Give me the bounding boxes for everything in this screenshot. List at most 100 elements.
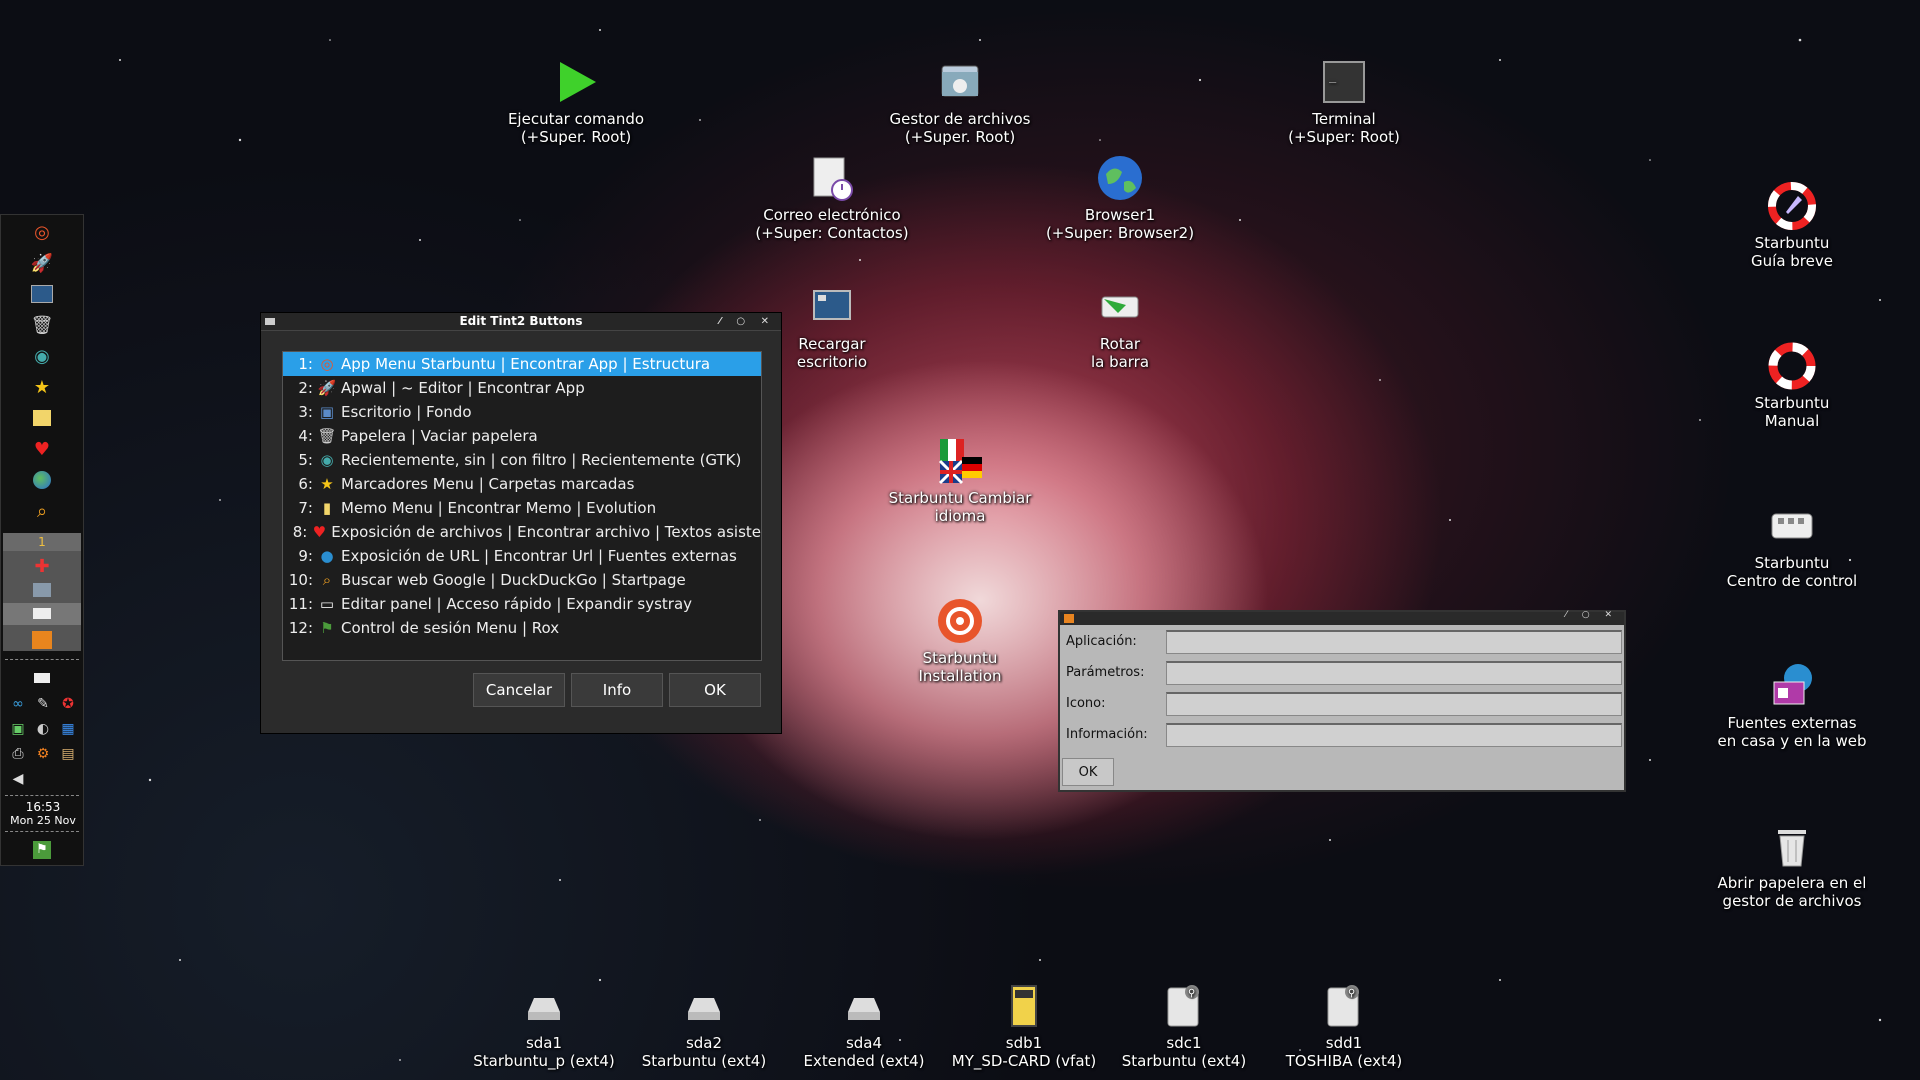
desktop-icon-rotate-panel[interactable]: Rotar la barra (1020, 283, 1220, 371)
list-item-number: 2: (298, 379, 313, 397)
dialog-titlebar[interactable]: Edit Tint2 Buttons ⁄ ○ ✕ (261, 313, 781, 331)
panel-separator (5, 659, 79, 662)
list-item[interactable]: 6: ★ Marcadores Menu | Carpetas marcadas (283, 472, 761, 496)
monitor-icon[interactable]: ▣ (7, 718, 29, 740)
play-icon (560, 62, 596, 102)
star-icon: ★ (320, 475, 334, 493)
active-task[interactable] (3, 603, 81, 625)
usb-drive-icon: ⚲ (1167, 985, 1199, 1027)
desktop-icon[interactable] (29, 281, 55, 307)
image-icon[interactable] (29, 577, 55, 603)
hard-drive-icon (848, 998, 880, 1020)
parametros-input[interactable] (1166, 661, 1622, 685)
desktop-icon-open-trash[interactable]: Abrir papelera en el gestor de archivos (1692, 822, 1892, 910)
aplicacion-input[interactable] (1166, 630, 1622, 654)
trash-icon[interactable]: 🗑 (29, 312, 55, 338)
icon-sublabel: Manual (1764, 412, 1820, 430)
info-button[interactable]: Info (571, 673, 663, 707)
clock-date[interactable]: Mon 25 Nov (1, 814, 85, 827)
drive-sdd1[interactable]: ⚲ sdd1 TOSHIBA (ext4) (1244, 982, 1444, 1070)
desktop-icon-manual[interactable]: Starbuntu Manual (1692, 342, 1892, 430)
clock-time[interactable]: 16:53 (1, 801, 85, 814)
desktop-icon-browser[interactable]: Browser1 (+Super: Browser2) (1020, 154, 1220, 242)
list-item[interactable]: 1: ◎ App Menu Starbuntu | Encontrar App | … (283, 352, 761, 376)
window-controls[interactable]: ⁄ ○ ✕ (1565, 610, 1618, 620)
external-sources-icon (1773, 664, 1812, 705)
list-item-label: Control de sesión Menu | Rox (341, 619, 560, 637)
icon-sublabel: (+Super: Root) (1288, 128, 1400, 146)
list-item-number: 3: (298, 403, 313, 421)
drive-label: sda1 (525, 1034, 563, 1052)
drive-label: sdc1 (1166, 1034, 1202, 1052)
desktop-icon-run-command[interactable]: Ejecutar comando (+Super. Root) (476, 58, 676, 146)
clipboard-icon[interactable]: ▤ (57, 743, 79, 765)
list-item[interactable]: 11: ▭ Editar panel | Acceso rápido | Expan… (283, 592, 761, 616)
desktop-icon-quick-guide[interactable]: Starbuntu Guía breve (1692, 182, 1892, 270)
list-item-number: 10: (288, 571, 313, 589)
list-item[interactable]: 5: ◉ Recientemente, sin | con filtro | Rec… (283, 448, 761, 472)
icon-sublabel: Centro de control (1726, 572, 1858, 590)
icon-sublabel: en casa y en la web (1717, 732, 1867, 750)
desktop-icon-file-manager[interactable]: Gestor de archivos (+Super. Root) (860, 58, 1060, 146)
network-icon[interactable]: ∞ (7, 693, 29, 715)
list-item-label: Escritorio | Fondo (341, 403, 472, 421)
icon-label: Abrir papelera en el (1717, 874, 1867, 892)
update-icon[interactable]: ⚙ (32, 743, 54, 765)
desktop-icon-control-center[interactable]: Starbuntu Centro de control (1692, 502, 1892, 590)
starbuntu-install-icon (938, 599, 982, 643)
globe-icon[interactable] (29, 467, 55, 493)
icon-sublabel: (+Super: Browser2) (1045, 224, 1195, 242)
volume-icon[interactable]: ◀ (7, 768, 29, 790)
list-item[interactable]: 7: ▮ Memo Menu | Encontrar Memo | Evolutio… (283, 496, 761, 520)
search-icon[interactable]: ⌕ (29, 498, 55, 524)
list-item[interactable]: 10: ⌕ Buscar web Google | DuckDuckGo | Sta… (283, 568, 761, 592)
list-item[interactable]: 8: ♥ Exposición de archivos | Encontrar ar… (283, 520, 761, 544)
list-item[interactable]: 9: ● Exposición de URL | Encontrar Url | F… (283, 544, 761, 568)
informacion-input[interactable] (1166, 723, 1622, 747)
workspace-icon[interactable]: ▦ (57, 718, 79, 740)
chat-icon[interactable]: ✎ (32, 693, 54, 715)
memo-icon: ▮ (322, 499, 332, 517)
lifebuoy-icon (1768, 342, 1816, 390)
desktop-icon-installation[interactable]: Starbuntu Installation (860, 597, 1060, 685)
exit-icon[interactable]: ⚑ (29, 837, 55, 863)
desktop-icon-terminal[interactable]: _ Terminal (+Super: Root) (1244, 58, 1444, 146)
heart-icon[interactable]: ♥ (29, 436, 55, 462)
star-icon[interactable]: ★ (29, 374, 55, 400)
list-item-number: 8: (292, 523, 308, 541)
desktop-number[interactable]: 1 (3, 533, 81, 551)
desktop-icon-change-language[interactable]: Starbuntu Cambiar idioma (860, 437, 1060, 525)
starbuntu-icon: ◎ (320, 355, 334, 373)
run-ok-button[interactable]: OK (1062, 758, 1114, 786)
mail-icon (813, 157, 853, 201)
starbuntu-menu-icon[interactable]: ◎ (29, 219, 55, 245)
sd-card-icon (1011, 985, 1037, 1027)
window-controls[interactable]: ⁄ ○ ✕ (719, 313, 775, 330)
list-item[interactable]: 4: 🗑 Papelera | Vaciar papelera (283, 424, 761, 448)
list-item[interactable]: 3: ▣ Escritorio | Fondo (283, 400, 761, 424)
camera-icon[interactable]: ◐ (32, 718, 54, 740)
rocket-icon[interactable]: 🚀 (29, 250, 55, 276)
panel-expand-icon[interactable] (31, 667, 53, 689)
recent-icon[interactable]: ◉ (29, 343, 55, 369)
list-item[interactable]: 2: 🚀 Apwal | ~ Editor | Encontrar App (283, 376, 761, 400)
window-menu-icon[interactable] (265, 318, 275, 325)
printer-icon[interactable]: ⎙ (7, 743, 29, 765)
dialog-titlebar[interactable]: ⁄ ○ ✕ (1060, 610, 1624, 625)
help-icon[interactable]: ✪ (57, 693, 79, 715)
ok-button[interactable]: OK (669, 673, 761, 707)
cancel-button[interactable]: Cancelar (473, 673, 565, 707)
file-manager-icon (941, 65, 979, 97)
list-item-number: 7: (298, 499, 313, 517)
lifebuoy-icon[interactable]: ✚ (29, 553, 55, 579)
chart-icon[interactable] (29, 627, 55, 653)
buttons-list[interactable]: 1: ◎ App Menu Starbuntu | Encontrar App | … (282, 351, 762, 661)
desktop-icon-email[interactable]: Correo electrónico (+Super: Contactos) (732, 154, 932, 242)
list-item[interactable]: 12: ⚑ Control de sesión Menu | Rox (283, 616, 761, 640)
dialog-title: Edit Tint2 Buttons (459, 314, 583, 328)
memo-icon[interactable] (29, 405, 55, 431)
application-entry-dialog: ⁄ ○ ✕ Aplicación: Parámetros: Icono: Inf… (1058, 610, 1626, 792)
icono-input[interactable] (1166, 692, 1622, 716)
desktop-icon-external-sources[interactable]: Fuentes externas en casa y en la web (1692, 662, 1892, 750)
icon-label: Browser1 (1084, 206, 1156, 224)
